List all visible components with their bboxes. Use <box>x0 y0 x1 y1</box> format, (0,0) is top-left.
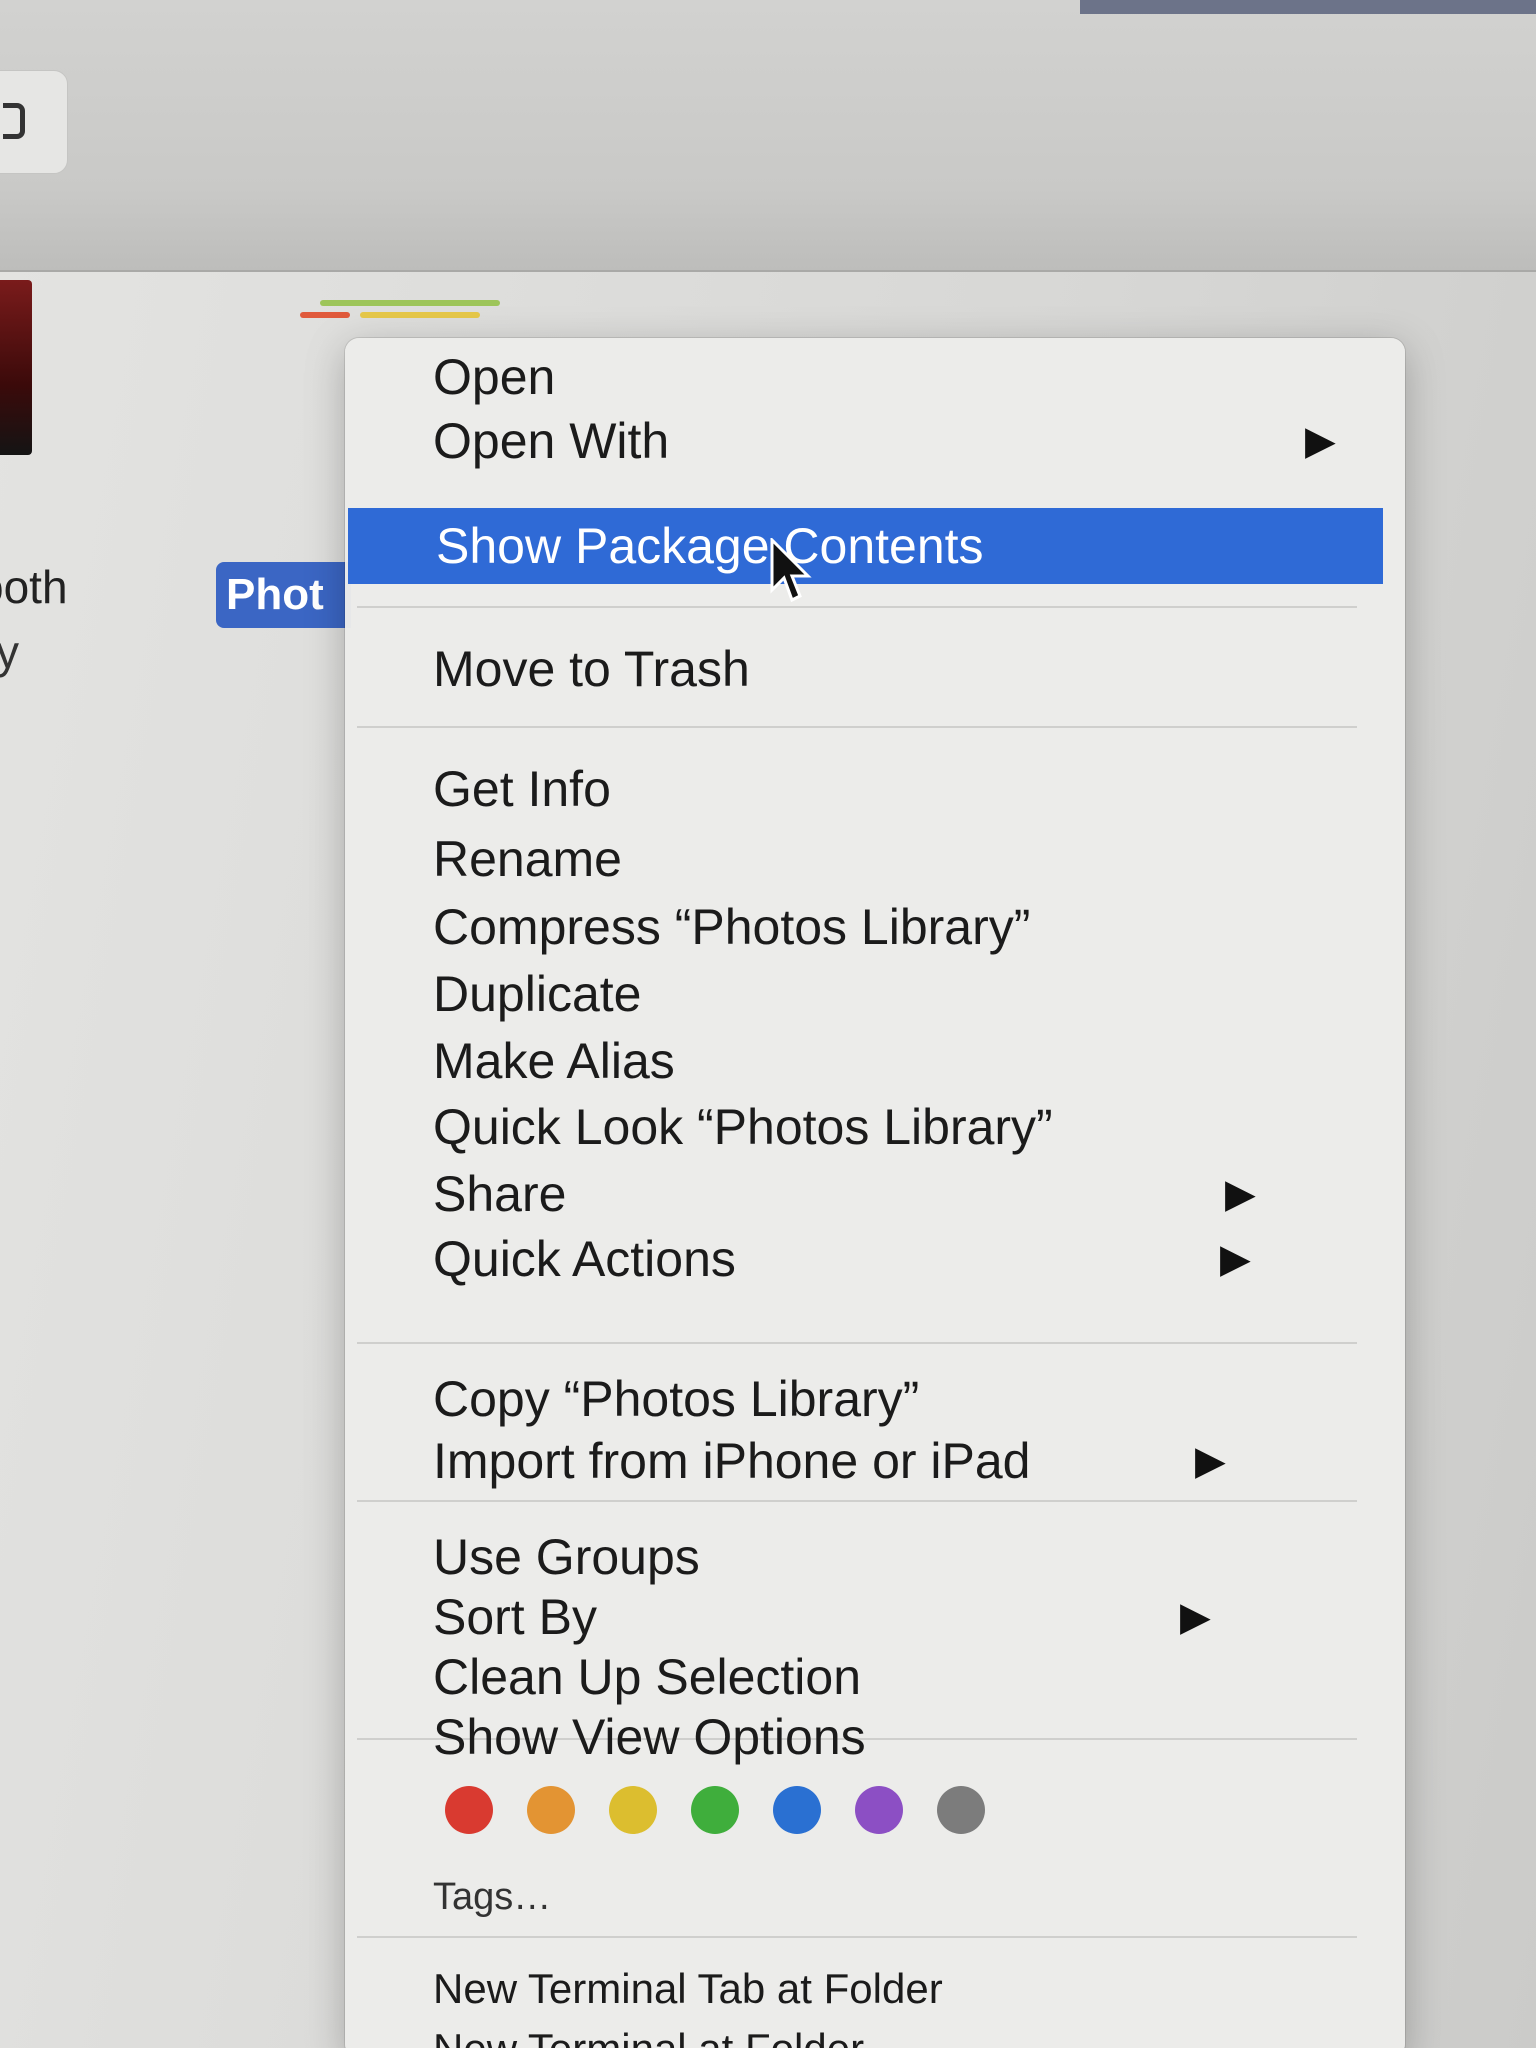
menu-item-move-to-trash[interactable]: Move to Trash <box>345 638 1405 700</box>
toolbar-view-button[interactable] <box>0 70 68 174</box>
tag-yellow-dot[interactable] <box>609 1786 657 1834</box>
menu-item-share[interactable]: Share ▶ <box>345 1163 1405 1225</box>
submenu-arrow-icon: ▶ <box>1225 1172 1256 1216</box>
file-name-label-line2: y <box>0 626 19 678</box>
menu-item-open[interactable]: Open <box>345 346 1405 408</box>
menu-item-label: Tags… <box>433 1876 552 1918</box>
window-top-edge <box>1080 0 1536 14</box>
tag-blue-dot[interactable] <box>773 1786 821 1834</box>
menu-item-quick-look-photos-library[interactable]: Quick Look “Photos Library” <box>345 1096 1405 1158</box>
menu-item-label: Share <box>433 1166 567 1222</box>
menu-item-compress-photos-library[interactable]: Compress “Photos Library” <box>345 896 1405 958</box>
tag-orange-dot[interactable] <box>527 1786 575 1834</box>
submenu-arrow-icon: ▶ <box>1305 419 1336 463</box>
menu-item-make-alias[interactable]: Make Alias <box>345 1030 1405 1092</box>
tag-gray-dot[interactable] <box>937 1786 985 1834</box>
menu-item-use-groups[interactable]: Use Groups <box>345 1526 1405 1588</box>
menu-item-label: Clean Up Selection <box>433 1649 862 1705</box>
menu-item-new-terminal-tab-at-folder[interactable]: New Terminal Tab at Folder <box>345 1958 1405 2020</box>
menu-item-new-terminal-at-folder[interactable]: New Terminal at Folder <box>345 2018 1405 2048</box>
menu-item-label: New Terminal Tab at Folder <box>433 1965 943 2012</box>
menu-item-show-view-options[interactable]: Show View Options <box>345 1706 1405 1768</box>
menu-item-label: Show View Options <box>433 1709 866 1765</box>
menu-separator <box>357 606 1357 608</box>
menu-item-tags[interactable]: Tags… <box>345 1866 1405 1928</box>
menu-item-label: Use Groups <box>433 1529 700 1585</box>
menu-item-duplicate[interactable]: Duplicate <box>345 963 1405 1025</box>
menu-item-label: Get Info <box>433 761 611 817</box>
context-menu: Open Open With ▶ Show Package Contents Move … <box>345 338 1405 2048</box>
menu-item-quick-actions[interactable]: Quick Actions ▶ <box>345 1228 1405 1290</box>
menu-item-label: Open With <box>433 413 670 469</box>
mouse-pointer-icon <box>770 538 812 603</box>
menu-separator <box>357 1500 1357 1502</box>
menu-item-label: New Terminal at Folder <box>433 2025 864 2048</box>
menu-separator <box>357 1342 1357 1344</box>
menu-item-label: Quick Look “Photos Library” <box>433 1099 1053 1155</box>
view-icon <box>3 103 25 139</box>
tag-red-dot[interactable] <box>445 1786 493 1834</box>
menu-item-get-info[interactable]: Get Info <box>345 758 1405 820</box>
file-thumbnail[interactable] <box>0 280 32 455</box>
tag-green-dot[interactable] <box>691 1786 739 1834</box>
photos-library-icon[interactable] <box>300 292 520 322</box>
tag-purple-dot[interactable] <box>855 1786 903 1834</box>
menu-separator <box>357 726 1357 728</box>
menu-separator <box>357 1936 1357 1938</box>
menu-item-label: Open <box>433 349 556 405</box>
menu-item-label: Make Alias <box>433 1033 675 1089</box>
menu-item-label: Rename <box>433 831 622 887</box>
menu-item-show-package-contents[interactable]: Show Package Contents <box>348 508 1383 584</box>
menu-item-label: Sort By <box>433 1589 597 1645</box>
selected-file-label[interactable]: Phot <box>216 562 351 628</box>
menu-item-copy-photos-library[interactable]: Copy “Photos Library” <box>345 1368 1405 1430</box>
menu-item-label: Copy “Photos Library” <box>433 1371 920 1427</box>
menu-item-clean-up-selection[interactable]: Clean Up Selection <box>345 1646 1405 1708</box>
menu-item-import-from-iphone-or-ipad[interactable]: Import from iPhone or iPad ▶ <box>345 1430 1405 1492</box>
menu-item-label: Import from iPhone or iPad <box>433 1433 1031 1489</box>
menu-item-label: Show Package Contents <box>436 518 984 574</box>
finder-toolbar <box>0 0 1536 272</box>
submenu-arrow-icon: ▶ <box>1220 1237 1251 1281</box>
menu-item-open-with[interactable]: Open With ▶ <box>345 410 1405 472</box>
menu-item-label: Compress “Photos Library” <box>433 899 1031 955</box>
menu-item-sort-by[interactable]: Sort By ▶ <box>345 1586 1405 1648</box>
submenu-arrow-icon: ▶ <box>1180 1595 1211 1639</box>
submenu-arrow-icon: ▶ <box>1195 1439 1226 1483</box>
menu-item-label: Duplicate <box>433 966 642 1022</box>
menu-item-rename[interactable]: Rename <box>345 828 1405 890</box>
menu-item-label: Move to Trash <box>433 641 750 697</box>
file-name-label[interactable]: ooth <box>0 560 68 614</box>
menu-item-label: Quick Actions <box>433 1231 736 1287</box>
